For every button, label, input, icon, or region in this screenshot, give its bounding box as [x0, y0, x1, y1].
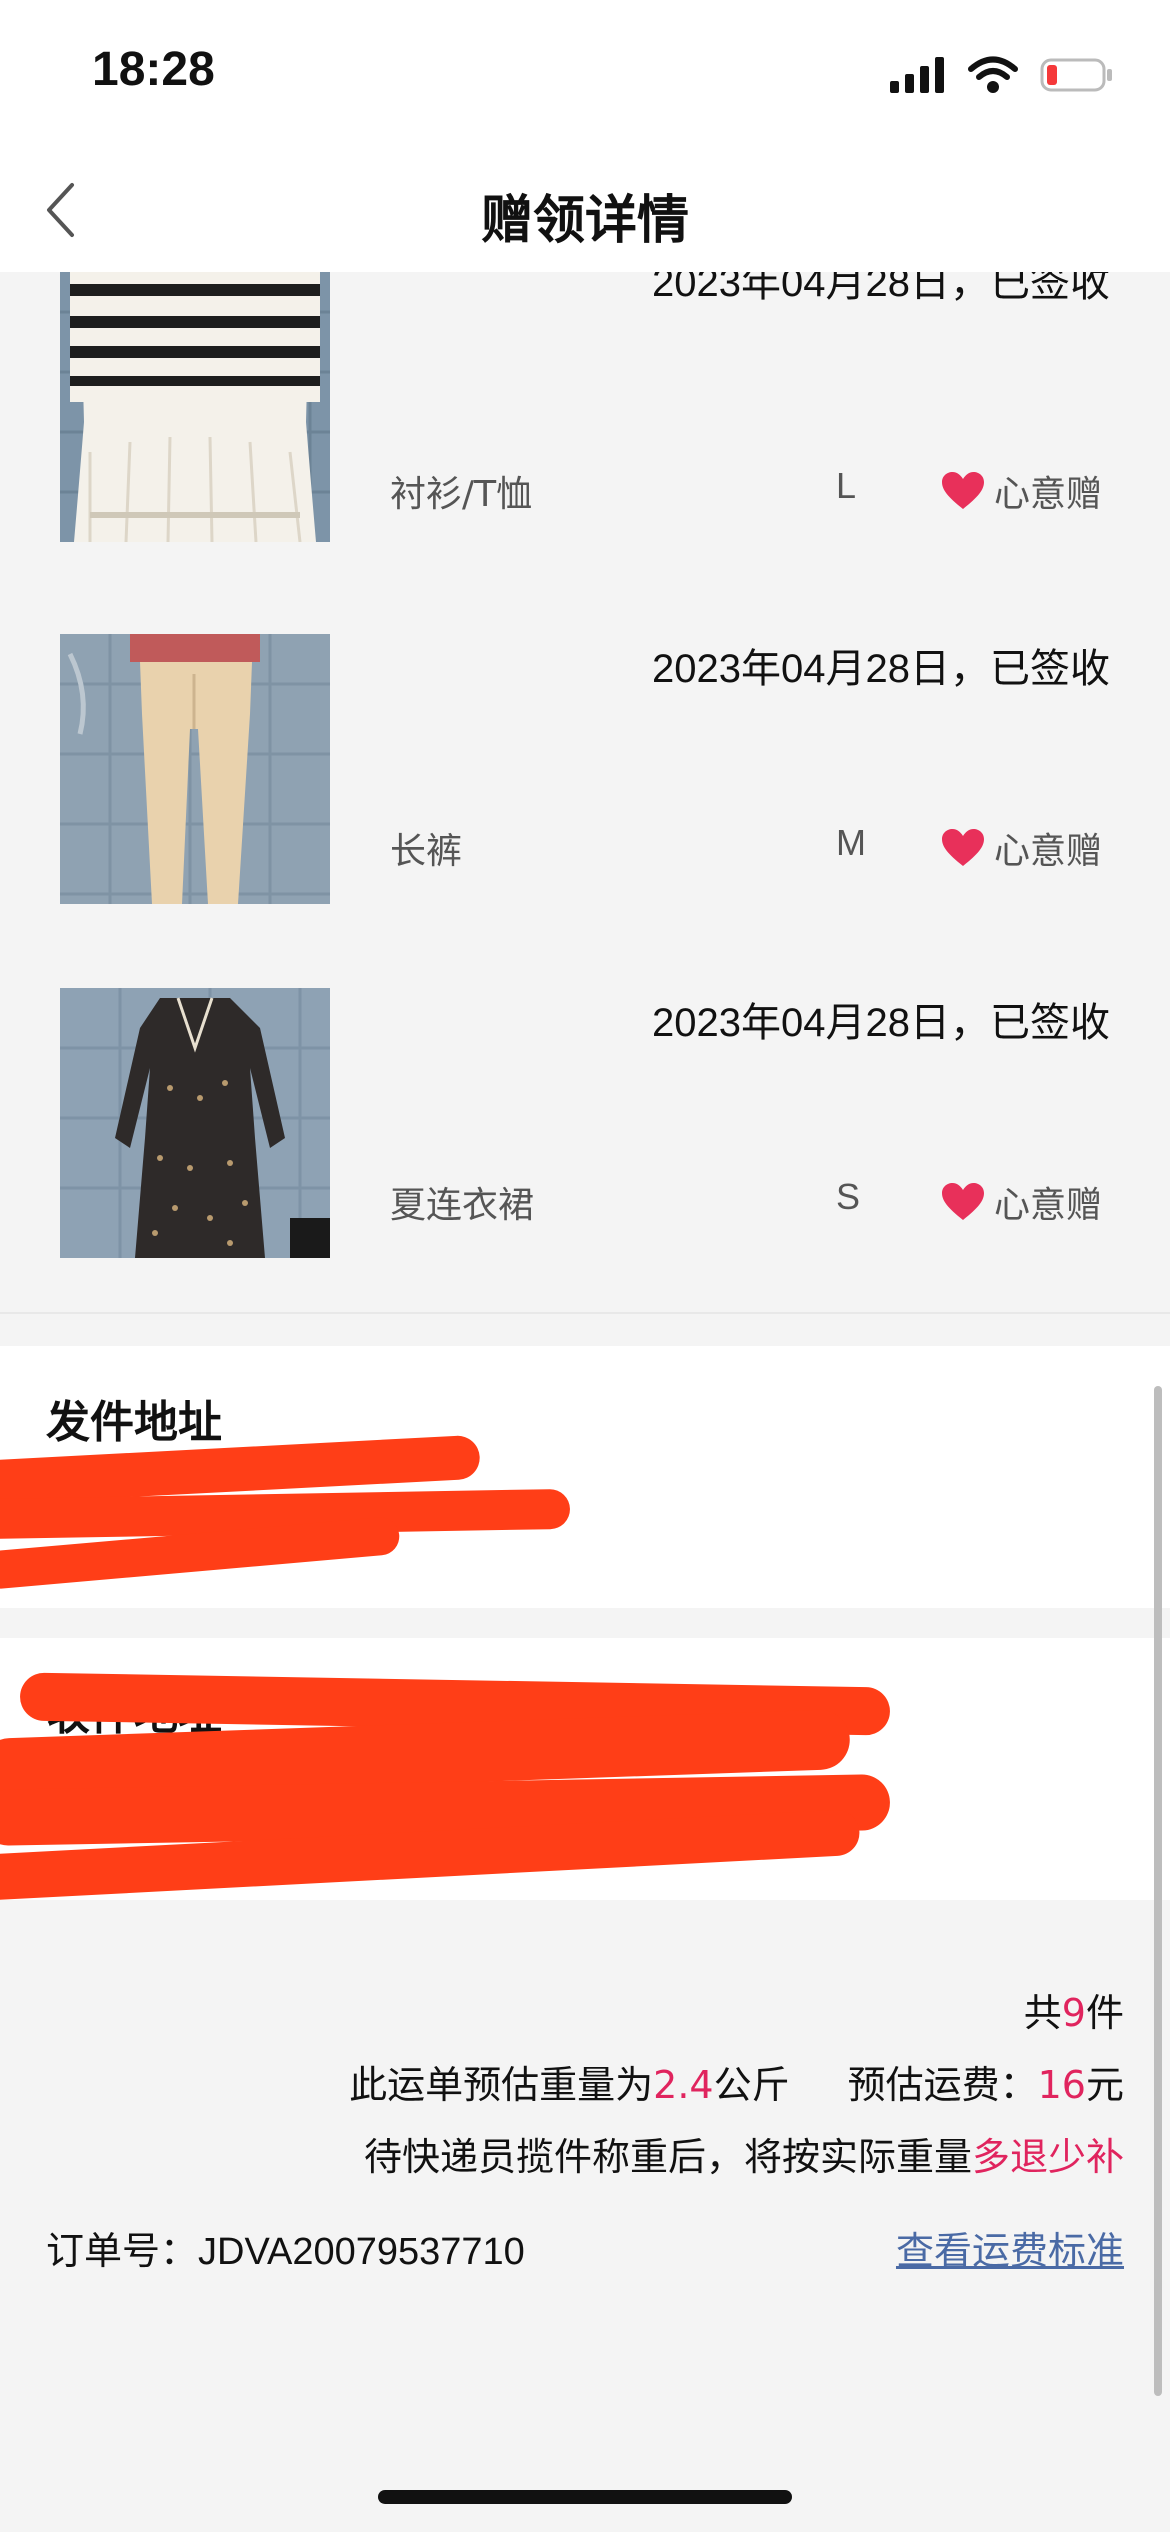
gift-label: 心意赠 — [994, 1185, 1103, 1226]
item-photo-trousers[interactable] — [60, 634, 330, 904]
note-highlight: 多退少补 — [971, 2135, 1124, 2179]
wifi-icon — [968, 56, 1018, 93]
list-item[interactable]: 2023年04月28日，已签收 衬衫/T恤 L 心意赠 — [0, 272, 1170, 606]
count-prefix: 共 — [1023, 1991, 1062, 2035]
view-shipping-fee-link[interactable]: 查看运费标准 — [896, 2220, 1124, 2275]
gift-type: 心意赠 — [940, 465, 1102, 517]
gift-label: 心意赠 — [994, 831, 1103, 872]
sender-address-title: 发件地址 — [46, 1397, 222, 1448]
item-size: L — [836, 465, 857, 506]
scrollbar[interactable] — [1154, 1386, 1162, 2396]
list-item[interactable]: 2023年04月28日，已签收 夏连衣裙 S 心意赠 — [0, 958, 1170, 1314]
heart-icon — [942, 472, 984, 509]
gift-label: 心意赠 — [994, 474, 1103, 515]
gift-type: 心意赠 — [940, 822, 1102, 874]
list-item[interactable]: 2023年04月28日，已签收 长裤 M 心意赠 — [0, 604, 1170, 960]
detail-content[interactable]: 2023年04月28日，已签收 衬衫/T恤 L 心意赠 2023年04月28日，… — [0, 272, 1170, 2532]
weight-unit: 公斤 — [713, 2063, 790, 2107]
cellular-signal-icon — [890, 57, 944, 93]
order-number: 订单号：JDVA20079537710 — [46, 2220, 525, 2275]
item-category: 夏连衣裙 — [390, 1185, 535, 1226]
item-date-status: 2023年04月28日，已签收 — [652, 272, 1110, 305]
weight-prefix: 此运单预估重量为 — [349, 2063, 654, 2107]
fee-value: 16 — [1037, 2063, 1086, 2107]
item-photo-striped-dress[interactable] — [60, 272, 330, 542]
navigation-bar: 赠领详情 — [0, 150, 1170, 273]
order-label: 订单号： — [46, 2229, 199, 2273]
status-bar: 18:28 — [0, 0, 1170, 150]
weight-fee-estimate: 此运单预估重量为2.4公斤 预估运费：16元 — [349, 2054, 1124, 2109]
fee-unit: 元 — [1085, 2063, 1124, 2107]
home-indicator[interactable] — [378, 2490, 792, 2504]
order-number-value: JDVA20079537710 — [198, 2231, 525, 2273]
item-category: 衬衫/T恤 — [390, 474, 533, 515]
gift-type: 心意赠 — [940, 1176, 1102, 1228]
heart-icon — [942, 829, 984, 866]
count-suffix: 件 — [1085, 1991, 1124, 2035]
note-text: 待快递员揽件称重后，将按实际重量 — [363, 2135, 972, 2179]
heart-icon — [942, 1183, 984, 1220]
status-time: 18:28 — [92, 43, 215, 96]
item-count: 共9件 — [1024, 1982, 1124, 2037]
battery-low-icon — [1040, 58, 1112, 92]
count-value: 9 — [1061, 1991, 1086, 2035]
item-size: S — [836, 1176, 861, 1217]
item-date-status: 2023年04月28日，已签收 — [652, 1001, 1110, 1045]
weight-adjust-note: 待快递员揽件称重后，将按实际重量多退少补 — [364, 2126, 1124, 2181]
page-title: 赠领详情 — [480, 191, 689, 251]
status-icons — [890, 50, 1114, 100]
weight-value: 2.4 — [653, 2063, 714, 2107]
item-photo-dark-dress[interactable] — [60, 988, 330, 1258]
fee-label: 预估运费： — [847, 2063, 1038, 2107]
item-size: M — [836, 822, 866, 863]
item-category: 长裤 — [390, 831, 463, 872]
item-date-status: 2023年04月28日，已签收 — [652, 647, 1110, 691]
